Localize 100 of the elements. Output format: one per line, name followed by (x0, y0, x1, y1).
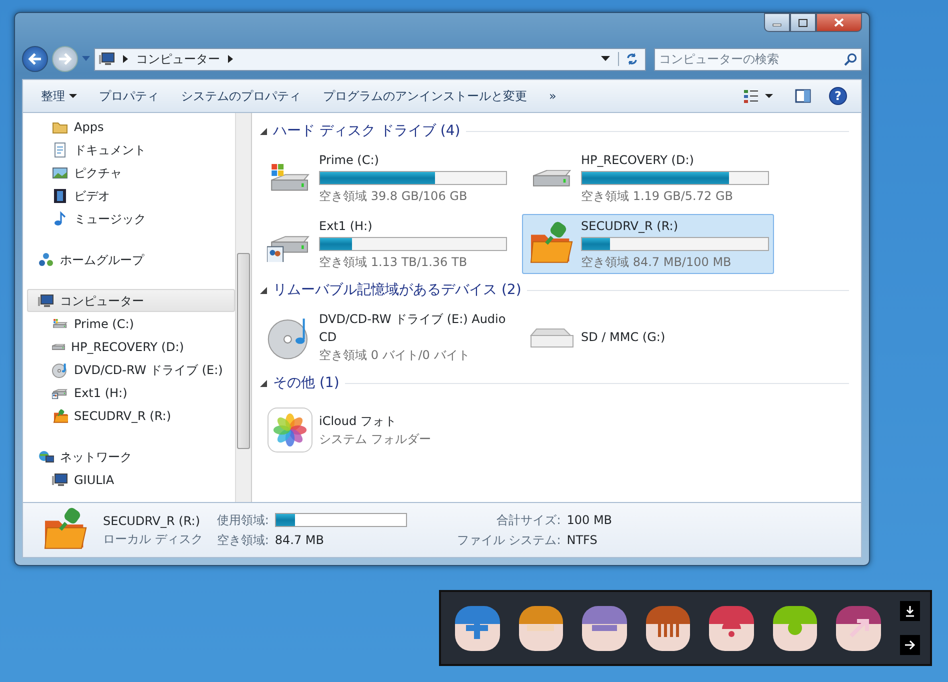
view-icon (743, 89, 773, 103)
homegroup-icon (38, 252, 54, 268)
sidebar-item[interactable]: Apps (27, 115, 235, 138)
sidebar-item[interactable]: Ext1 (H:) (27, 381, 235, 404)
collapse-triangle-icon[interactable] (260, 128, 267, 135)
drive-info: 空き領域 1.13 TB/1.36 TB (319, 254, 468, 271)
arrow-icon (848, 618, 869, 638)
drive-type: ローカル ディスク (103, 531, 203, 548)
windows-drive-icon (52, 318, 68, 328)
used-space-label: 使用領域: (216, 512, 269, 529)
dock-button[interactable] (836, 606, 882, 650)
dock-small-button[interactable] (900, 635, 920, 655)
toolbar-button[interactable]: 整理 (31, 84, 87, 108)
drive-tile[interactable]: DVD/CD-RW ドライブ (E:) Audio CD 空き領域 0 バイト/0 バイト (260, 307, 512, 367)
drive-info: 空き領域 84.7 MB/100 MB (581, 254, 732, 271)
scrollbar[interactable] (235, 113, 252, 502)
music-note-icon (52, 210, 68, 226)
drive-name: Prime (C:) (319, 152, 380, 169)
close-button[interactable] (816, 13, 862, 32)
sidebar-item[interactable]: GIULIA (27, 468, 235, 491)
sidebar-item[interactable]: HP_RECOVERY (D:) (27, 335, 235, 358)
sidebar-item[interactable]: DVD/CD-RW ドライブ (E:) (27, 358, 235, 381)
sidebar-item[interactable]: ホームグループ (27, 248, 235, 271)
drive-tile[interactable]: Ext1 (H:) 空き領域 1.13 TB/1.36 TB (260, 214, 512, 274)
forward-button[interactable] (52, 46, 78, 72)
breadcrumb-item[interactable]: コンピューター (136, 50, 220, 68)
hard-drive-icon (52, 344, 65, 350)
drive-tile[interactable]: SD / MMC (G:) (522, 307, 774, 367)
dock-button[interactable] (518, 606, 564, 650)
drive-name: HP_RECOVERY (D:) (581, 152, 695, 169)
drive-tile[interactable]: Prime (C:) 空き領域 39.8 GB/106 GB (260, 148, 512, 208)
section-header[interactable]: その他 (1) (273, 373, 340, 394)
drive-info: システム フォルダー (319, 431, 431, 448)
computer-icon (38, 292, 54, 308)
file-system-label: ファイル システム: (456, 532, 561, 549)
back-button[interactable] (22, 46, 48, 72)
section-header[interactable]: ハード ディスク ドライブ (4) (273, 121, 460, 142)
film-icon (52, 188, 68, 204)
scrollbar-thumb[interactable] (237, 253, 250, 449)
dock-button[interactable] (582, 606, 627, 650)
minus-icon (592, 625, 617, 631)
drive-name: Ext1 (H:) (319, 218, 374, 235)
sidebar-item[interactable]: SECUDRV_R (R:) (27, 404, 235, 427)
sidebar-item[interactable]: ピクチャ (27, 161, 235, 184)
search-field[interactable]: コンピューターの検索 (654, 48, 862, 70)
forward-arrow-icon (58, 53, 72, 65)
drive-with-users-icon (52, 386, 68, 399)
close-icon (834, 18, 844, 27)
dropdown-caret-icon[interactable] (601, 56, 610, 62)
chevron-icon (228, 55, 233, 63)
sidebar-item[interactable]: コンピューター (27, 289, 235, 312)
locked-folder-icon (52, 408, 68, 424)
drive-tile[interactable]: iCloud フォト システム フォルダー (260, 400, 512, 460)
dock-button[interactable] (646, 606, 690, 650)
toolbar-button[interactable]: プロパティ (89, 84, 169, 108)
right-arrow-icon (903, 638, 918, 652)
section-header[interactable]: リムーバブル記憶域があるデバイス (2) (273, 280, 522, 301)
drive-name: SECUDRV_R (R:) (581, 218, 680, 235)
chevron-icon (123, 55, 128, 63)
sidebar-item[interactable]: ビデオ (27, 184, 235, 207)
search-icon (844, 52, 857, 66)
sidebar-item[interactable]: ネットワーク (27, 445, 235, 468)
computer-icon (99, 51, 115, 67)
dock-button[interactable] (772, 606, 818, 650)
sidebar-item[interactable]: Prime (C:) (27, 312, 235, 335)
network-icon (38, 448, 54, 464)
document-icon (52, 142, 68, 158)
drive-info: 空き領域 39.8 GB/106 GB (319, 188, 468, 205)
flower-icon (267, 407, 313, 453)
dock-button[interactable] (455, 606, 500, 650)
caret-icon (69, 94, 77, 98)
total-size-label: 合計サイズ: (496, 512, 561, 529)
dock-button[interactable] (709, 606, 754, 650)
collapse-triangle-icon[interactable] (260, 380, 267, 387)
drive-name: DVD/CD-RW ドライブ (E:) Audio CD (319, 311, 507, 346)
drive-name: SECUDRV_R (R:) (103, 513, 202, 530)
hard-drive-icon (533, 170, 571, 186)
total-size-value: 100 MB (566, 512, 612, 529)
toolbar-button[interactable]: プログラムのアンインストールと変更 (313, 84, 537, 108)
dock-small-button[interactable] (900, 601, 920, 621)
toolbar-button[interactable]: » (539, 84, 566, 108)
toolbar-button[interactable]: システムのプロパティ (171, 84, 311, 108)
address-field[interactable]: コンピューター (94, 48, 646, 70)
back-arrow-icon (28, 53, 42, 65)
computer-icon (52, 472, 68, 488)
free-space-value: 84.7 MB (274, 532, 325, 549)
maximize-button[interactable] (790, 13, 816, 32)
sidebar-item[interactable]: ドキュメント (27, 138, 235, 161)
free-space-label: 空き領域: (216, 532, 269, 549)
refresh-icon[interactable] (625, 52, 639, 66)
drive-tile[interactable]: HP_RECOVERY (D:) 空き領域 1.19 GB/5.72 GB (522, 148, 774, 208)
preview-pane-icon (795, 89, 811, 103)
help-button[interactable]: ? (829, 87, 847, 105)
drive-info: 空き領域 1.19 GB/5.72 GB (581, 188, 734, 205)
drive-info: 空き領域 0 バイト/0 バイト (319, 347, 471, 364)
drive-tile[interactable]: SECUDRV_R (R:) 空き領域 84.7 MB/100 MB (522, 214, 774, 274)
sidebar-item[interactable]: ミュージック (27, 207, 235, 230)
maximize-icon (798, 18, 808, 26)
collapse-triangle-icon[interactable] (260, 287, 267, 294)
minimize-button[interactable] (764, 13, 790, 32)
